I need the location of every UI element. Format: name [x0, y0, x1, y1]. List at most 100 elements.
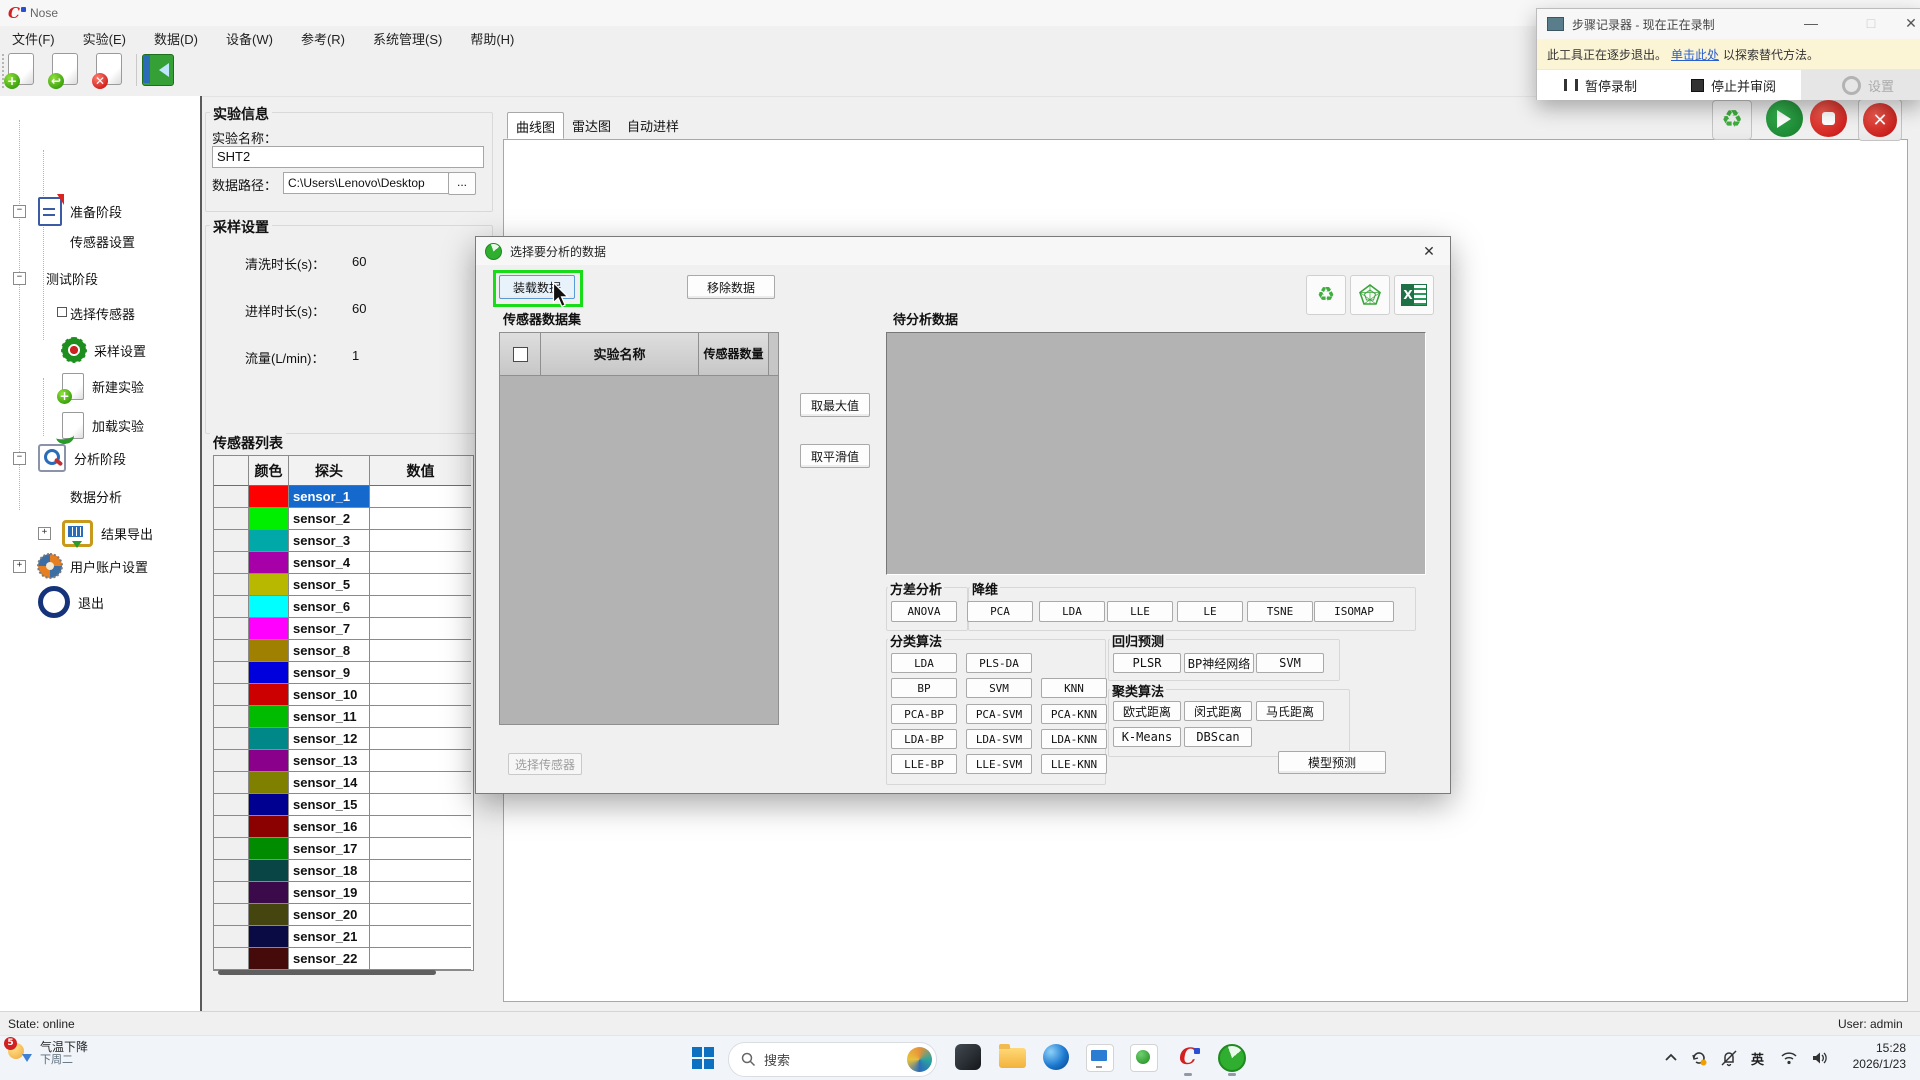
menu-item-6[interactable]: 帮助(H)	[470, 29, 514, 48]
dim-button-le[interactable]: LE	[1177, 601, 1243, 622]
sidebar-item-6[interactable]: 加载实验	[0, 408, 198, 442]
sidebar-item-9[interactable]: + 结果导出	[0, 516, 198, 550]
recycle-button[interactable]: ♻	[1712, 100, 1752, 140]
language-indicator[interactable]: 英	[1751, 1049, 1764, 1068]
sidebar-item-10[interactable]: + 用户账户设置	[0, 549, 198, 583]
take-max-button[interactable]: 取最大值	[800, 393, 870, 417]
sensor-row[interactable]: sensor_1	[214, 486, 473, 508]
sensor-name-cell[interactable]: sensor_4	[289, 552, 370, 574]
play-button[interactable]	[1766, 100, 1803, 137]
sensor-name-cell[interactable]: sensor_5	[289, 574, 370, 596]
cls-button-pls-da[interactable]: PLS-DA	[966, 653, 1032, 673]
sensor-name-cell[interactable]: sensor_9	[289, 662, 370, 684]
sensor-name-cell[interactable]: sensor_3	[289, 530, 370, 552]
checkbox-icon[interactable]	[512, 346, 528, 362]
sensor-row[interactable]: sensor_8	[214, 640, 473, 662]
recorder-minimize-icon[interactable]: —	[1801, 15, 1821, 31]
sensor-row[interactable]: sensor_17	[214, 838, 473, 860]
sensor-row[interactable]: sensor_5	[214, 574, 473, 596]
sensor-name-cell[interactable]: sensor_16	[289, 816, 370, 838]
sync-icon[interactable]	[1689, 1048, 1709, 1068]
cls-button-lle-bp[interactable]: LLE-BP	[891, 754, 957, 774]
cls-button-lda[interactable]: LDA	[891, 653, 957, 673]
cls-button-knn[interactable]: KNN	[1041, 678, 1107, 698]
hidden-icons-chevron[interactable]	[1661, 1048, 1681, 1068]
cls-button-pca-bp[interactable]: PCA-BP	[891, 704, 957, 724]
sensor-row[interactable]: sensor_22	[214, 948, 473, 970]
dim-button-lle[interactable]: LLE	[1107, 601, 1173, 622]
excel-export-button[interactable]: X	[1394, 275, 1434, 315]
pause-record-button[interactable]: 暂停录制	[1564, 70, 1637, 100]
expander-icon[interactable]: −	[13, 204, 26, 218]
sensor-row[interactable]: sensor_19	[214, 882, 473, 904]
data-path-field[interactable]: C:\Users\Lenovo\Desktop	[283, 172, 449, 194]
sensor-name-cell[interactable]: sensor_19	[289, 882, 370, 904]
cls-button-lda-bp[interactable]: LDA-BP	[891, 729, 957, 749]
sensor-row[interactable]: sensor_6	[214, 596, 473, 618]
weather-widget[interactable]: 5 气温下降 下周二	[4, 1036, 88, 1067]
load-doc-icon[interactable]: ↩	[48, 53, 82, 89]
sensor-row[interactable]: sensor_14	[214, 772, 473, 794]
menu-item-2[interactable]: 数据(D)	[154, 29, 198, 48]
pending-data-panel[interactable]	[886, 332, 1426, 575]
sensor-row[interactable]: sensor_3	[214, 530, 473, 552]
sensor-name-cell[interactable]: sensor_20	[289, 904, 370, 926]
sidebar-item-8[interactable]: 数据分析	[0, 479, 198, 513]
menu-item-4[interactable]: 参考(R)	[301, 29, 345, 48]
recorder-close-icon[interactable]: ✕	[1901, 15, 1920, 32]
sensor-name-cell[interactable]: sensor_21	[289, 926, 370, 948]
sensor-name-cell[interactable]: sensor_11	[289, 706, 370, 728]
cls-button-lle-knn[interactable]: LLE-KNN	[1041, 754, 1107, 774]
cls-button-lda-svm[interactable]: LDA-SVM	[966, 729, 1032, 749]
taskbar-green-app[interactable]	[1124, 1041, 1164, 1077]
cls-button-bp[interactable]: BP	[891, 678, 957, 698]
recorder-maximize-icon[interactable]: □	[1861, 15, 1881, 31]
tab-radar[interactable]: 雷达图	[564, 112, 619, 139]
remove-data-button[interactable]: 移除数据	[687, 275, 775, 299]
sensor-row[interactable]: sensor_9	[214, 662, 473, 684]
sidebar-item-3[interactable]: 选择传感器	[0, 296, 198, 330]
sidebar-item-11[interactable]: 退出	[0, 585, 198, 619]
clu-button-0-1[interactable]: 闵式距离	[1184, 701, 1252, 721]
sensor-name-cell[interactable]: sensor_17	[289, 838, 370, 860]
close-doc-icon[interactable]: ✕	[92, 53, 126, 89]
taskbar-file-explorer[interactable]	[992, 1041, 1032, 1077]
select-sensor-button[interactable]: 选择传感器	[508, 753, 582, 775]
experiment-name-field[interactable]: SHT2	[212, 146, 484, 168]
dataset-table-body[interactable]	[499, 376, 779, 725]
stop-button[interactable]	[1810, 100, 1847, 137]
sensor-name-cell[interactable]: sensor_7	[289, 618, 370, 640]
anova-button[interactable]: ANOVA	[891, 601, 957, 622]
tab-curve[interactable]: 曲线图	[507, 112, 565, 139]
sidebar-item-2[interactable]: − 测试阶段	[0, 261, 198, 295]
sensor-row[interactable]: sensor_18	[214, 860, 473, 882]
sensor-row[interactable]: sensor_2	[214, 508, 473, 530]
sidebar-item-0[interactable]: − 准备阶段	[0, 193, 198, 228]
dialog-close-icon[interactable]: ✕	[1418, 241, 1440, 261]
dim-button-isomap[interactable]: ISOMAP	[1314, 601, 1394, 622]
model-predict-button[interactable]: 模型预测	[1278, 751, 1386, 774]
start-button[interactable]	[692, 1047, 714, 1069]
menu-item-1[interactable]: 实验(E)	[83, 29, 126, 48]
cls-button-lda-knn[interactable]: LDA-KNN	[1041, 729, 1107, 749]
taskbar-analysis-app[interactable]	[1212, 1041, 1252, 1077]
banner-link[interactable]: 单击此处	[1671, 46, 1719, 63]
sensor-table-hscrollbar[interactable]	[218, 970, 436, 975]
cls-button-svm[interactable]: SVM	[966, 678, 1032, 698]
sensor-name-cell[interactable]: sensor_15	[289, 794, 370, 816]
sensor-row[interactable]: sensor_15	[214, 794, 473, 816]
bell-off-icon[interactable]	[1719, 1048, 1739, 1068]
cls-button-pca-knn[interactable]: PCA-KNN	[1041, 704, 1107, 724]
browse-button[interactable]: ...	[448, 172, 476, 195]
reg-button-2[interactable]: SVM	[1256, 653, 1324, 673]
speaker-icon[interactable]	[1809, 1048, 1829, 1068]
sensor-name-cell[interactable]: sensor_22	[289, 948, 370, 970]
menu-item-3[interactable]: 设备(W)	[226, 29, 273, 48]
sidebar-item-5[interactable]: 新建实验	[0, 369, 198, 404]
new-doc-icon[interactable]: +	[4, 53, 38, 89]
sensor-name-cell[interactable]: sensor_2	[289, 508, 370, 530]
sensor-name-cell[interactable]: sensor_1	[289, 486, 370, 508]
sensor-row[interactable]: sensor_12	[214, 728, 473, 750]
reg-button-0[interactable]: PLSR	[1113, 653, 1181, 673]
taskbar-dark-app[interactable]	[948, 1041, 988, 1077]
